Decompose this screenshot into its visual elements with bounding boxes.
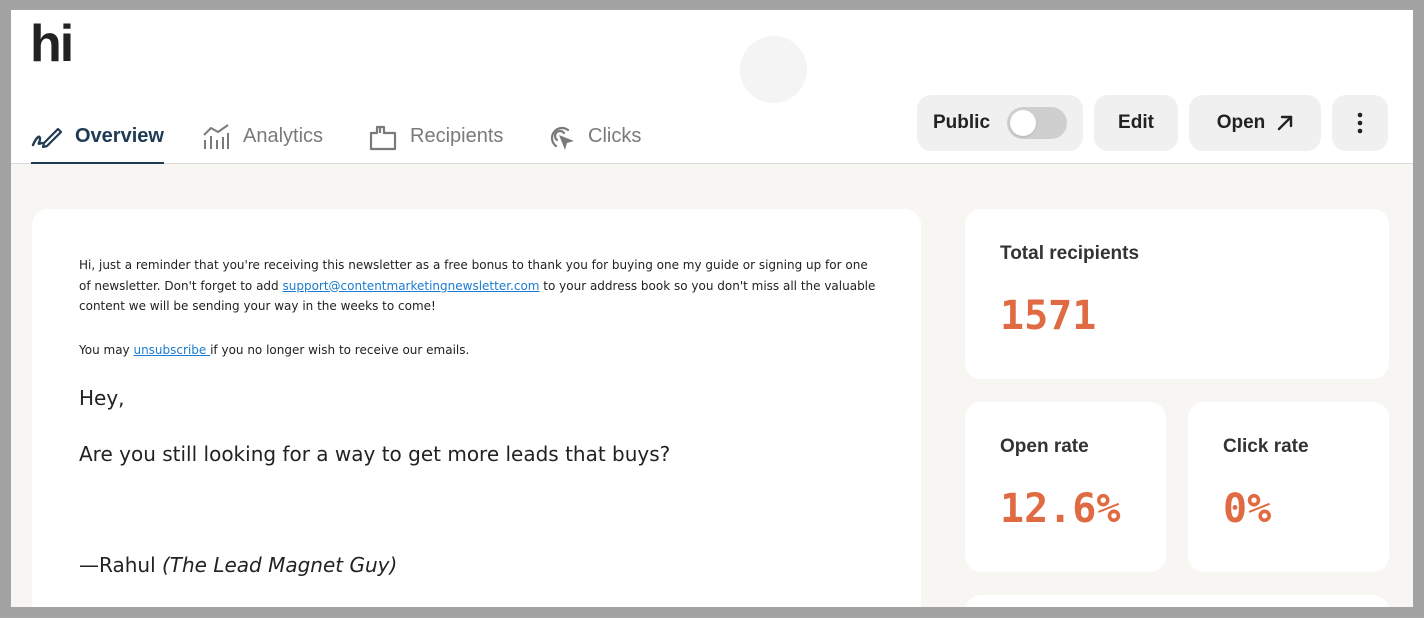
email-greeting: Hey, — [79, 386, 125, 410]
app-window: hi Overview Analytics Recipients Clicks … — [11, 10, 1413, 607]
email-preview-card: Hi, just a reminder that you're receivin… — [32, 209, 921, 607]
header: hi Overview Analytics Recipients Clicks … — [11, 10, 1413, 164]
open-label: Open — [1216, 112, 1266, 133]
signature-pen-icon — [31, 127, 63, 148]
total-recipients-value: 1571 — [1000, 293, 1097, 339]
signature-name: —Rahul — [79, 553, 162, 577]
public-label: Public — [933, 112, 991, 133]
total-recipients-card: Total recipients 1571 — [965, 209, 1389, 379]
additional-stat-card — [965, 595, 1389, 607]
tab-overview[interactable]: Overview — [31, 110, 164, 164]
open-rate-label: Open rate — [1000, 436, 1089, 457]
click-rate-label: Click rate — [1223, 436, 1309, 457]
email-question: Are you still looking for a way to get m… — [79, 442, 671, 466]
tab-analytics-label: Analytics — [243, 125, 324, 147]
tab-recipients-label: Recipients — [410, 125, 504, 147]
tab-overview-label: Overview — [75, 125, 164, 147]
tab-clicks-label: Clicks — [588, 125, 642, 147]
click-rate-value: 0% — [1223, 486, 1272, 532]
bar-chart-icon — [203, 123, 229, 149]
tab-clicks[interactable]: Clicks — [546, 110, 641, 163]
unsub-suffix: if you no longer wish to receive our ema… — [210, 343, 470, 357]
toggle-knob — [1010, 110, 1036, 136]
email-preheader: Hi, just a reminder that you're receivin… — [79, 255, 879, 317]
click-rate-card: Click rate 0% — [1188, 402, 1389, 572]
unsubscribe-link[interactable]: unsubscribe — [133, 343, 210, 357]
total-recipients-label: Total recipients — [1000, 243, 1140, 264]
public-toggle-button[interactable]: Public — [917, 95, 1083, 151]
decorative-circle — [740, 36, 807, 103]
arrow-up-right-icon — [1278, 115, 1293, 131]
more-options-button[interactable] — [1332, 95, 1388, 151]
support-email-link[interactable]: support@contentmarketingnewsletter.com — [282, 279, 539, 293]
email-signature: —Rahul (The Lead Magnet Guy) — [79, 553, 397, 577]
tab-analytics[interactable]: Analytics — [201, 110, 323, 163]
cursor-click-icon — [550, 126, 574, 150]
more-vertical-icon — [1357, 112, 1363, 134]
open-rate-card: Open rate 12.6% — [965, 402, 1166, 572]
unsubscribe-line: You may unsubscribe if you no longer wis… — [79, 340, 469, 360]
public-toggle[interactable] — [1007, 107, 1067, 139]
folder-icon — [369, 125, 397, 150]
open-rate-value: 12.6% — [1000, 486, 1121, 532]
tab-recipients[interactable]: Recipients — [368, 110, 503, 163]
open-button[interactable]: Open — [1189, 95, 1321, 151]
edit-button[interactable]: Edit — [1094, 95, 1178, 151]
app-logo[interactable]: hi — [30, 12, 74, 76]
signature-title: (The Lead Magnet Guy) — [161, 553, 398, 577]
unsub-prefix: You may — [79, 343, 134, 357]
overview-content: Hi, just a reminder that you're receivin… — [11, 164, 1413, 607]
